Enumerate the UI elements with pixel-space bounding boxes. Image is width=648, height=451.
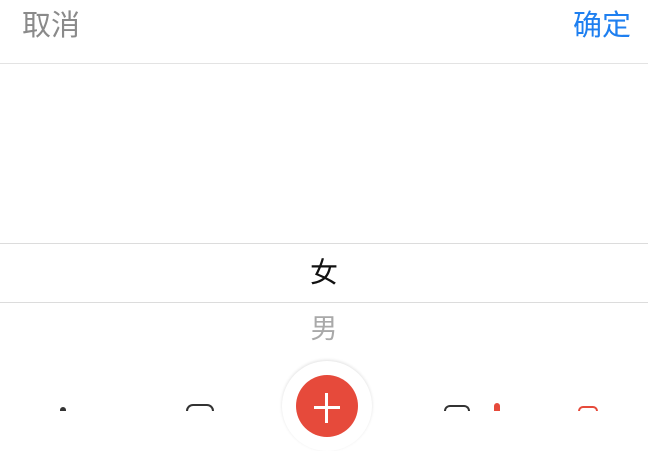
home-icon[interactable] [60,407,66,411]
picker-option[interactable]: 男 [0,305,648,355]
picker-toolbar: 取消 确定 [0,0,648,64]
cancel-button[interactable]: 取消 [22,4,80,46]
confirm-button[interactable]: 确定 [573,4,631,46]
profile-icon[interactable] [578,406,598,411]
add-button[interactable] [296,375,358,437]
message-badge [494,403,500,411]
discover-icon[interactable] [186,404,214,411]
message-icon[interactable] [444,405,470,411]
add-icon [325,393,328,423]
selection-bottom-line [0,302,648,303]
picker-option-selected[interactable]: 女 [0,244,648,302]
bottom-tab-bar [0,355,648,451]
